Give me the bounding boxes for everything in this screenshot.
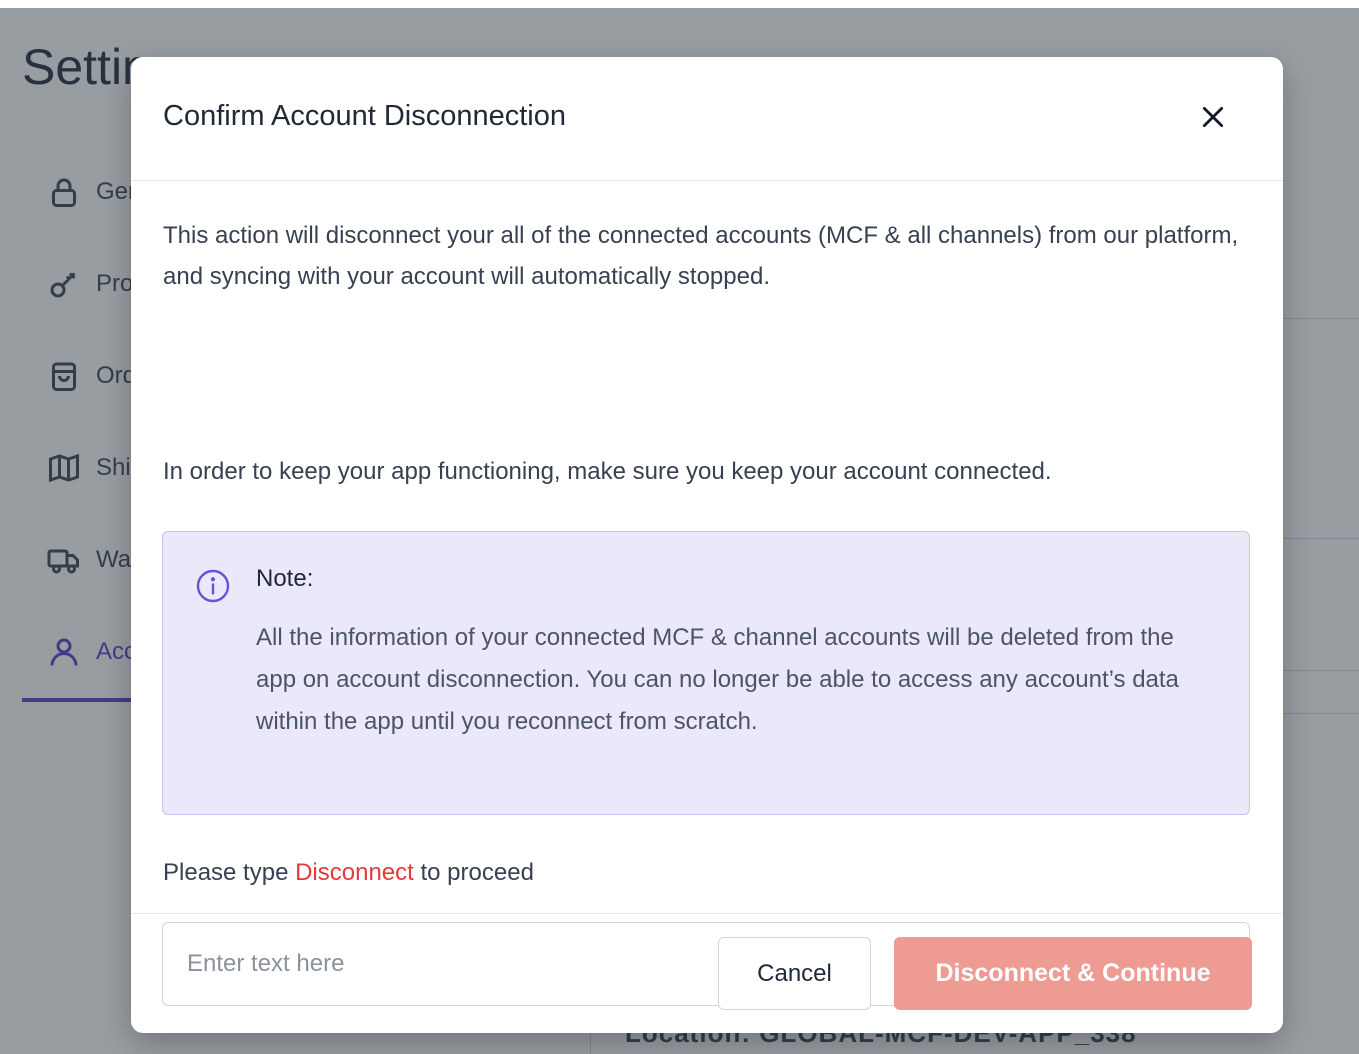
dialog-title: Confirm Account Disconnection bbox=[163, 100, 566, 132]
note-title: Note: bbox=[256, 565, 314, 592]
info-icon bbox=[196, 569, 230, 603]
close-icon bbox=[1202, 106, 1224, 128]
prompt-suffix: to proceed bbox=[413, 859, 534, 886]
keep-connected-note: In order to keep your app functioning, m… bbox=[163, 458, 1052, 485]
disconnect-description: This action will disconnect your all of … bbox=[163, 222, 1239, 290]
note-text: All the information of your connected MC… bbox=[256, 624, 1179, 735]
prompt-prefix: Please type bbox=[163, 859, 296, 886]
dialog-footer: Cancel Disconnect & Continue bbox=[131, 913, 1283, 1034]
cancel-button[interactable]: Cancel bbox=[718, 937, 871, 1010]
prompt-keyword: Disconnect bbox=[295, 859, 414, 886]
close-button[interactable] bbox=[1193, 97, 1233, 137]
confirm-disconnect-dialog: Confirm Account Disconnection This actio… bbox=[131, 57, 1283, 1033]
confirmation-prompt: Please type Disconnect to proceed bbox=[163, 859, 534, 887]
top-strip bbox=[0, 0, 1359, 8]
disconnect-continue-button[interactable]: Disconnect & Continue bbox=[894, 937, 1252, 1010]
dialog-header: Confirm Account Disconnection bbox=[131, 57, 1283, 181]
note-box: Note: All the information of your connec… bbox=[162, 531, 1250, 815]
